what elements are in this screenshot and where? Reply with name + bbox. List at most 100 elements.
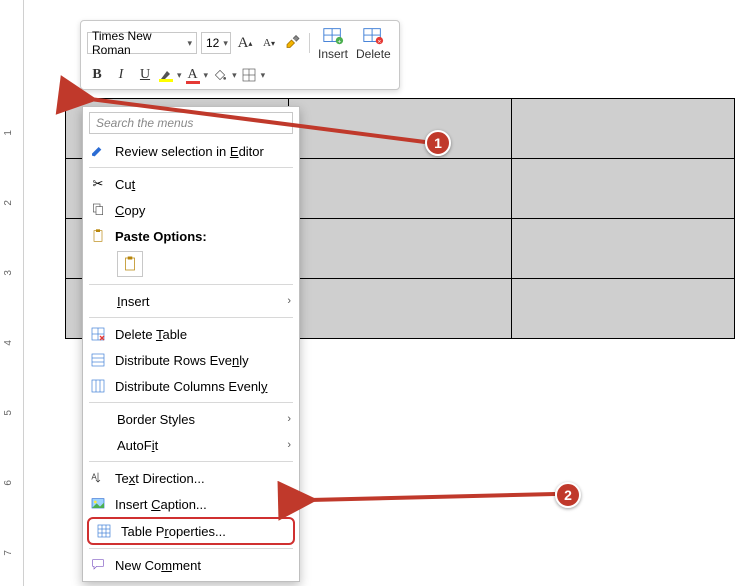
ruler-tick: 3 bbox=[3, 270, 14, 276]
borders-button[interactable]: ▾ bbox=[241, 65, 266, 85]
ruler-tick: 5 bbox=[3, 410, 14, 416]
menu-distribute-cols[interactable]: Distribute Columns Evenly bbox=[83, 373, 299, 399]
ruler-tick: 4 bbox=[3, 340, 14, 346]
chevron-down-icon: ▾ bbox=[261, 70, 266, 81]
menu-label: Paste Options: bbox=[115, 229, 207, 244]
chevron-down-icon: ▾ bbox=[232, 70, 237, 81]
menu-search-input[interactable]: Search the menus bbox=[89, 112, 293, 134]
italic-button[interactable]: I bbox=[111, 65, 131, 85]
font-color-button[interactable]: A ▾ bbox=[186, 65, 209, 85]
font-color-swatch bbox=[186, 81, 200, 84]
distribute-cols-icon bbox=[89, 377, 107, 395]
font-name-select[interactable]: Times New Roman ▾ bbox=[87, 32, 197, 54]
table-delete-icon bbox=[89, 325, 107, 343]
menu-paste-options: Paste Options: bbox=[83, 223, 299, 249]
table-insert-icon: + bbox=[322, 25, 344, 47]
search-placeholder: Search the menus bbox=[96, 116, 193, 130]
paint-bucket-icon bbox=[212, 67, 228, 83]
chevron-down-icon: ▾ bbox=[223, 38, 228, 49]
context-menu: Search the menus Review selection in Edi… bbox=[82, 106, 300, 582]
font-size-select[interactable]: 12 ▾ bbox=[201, 32, 231, 54]
table-move-handle[interactable]: ✥ bbox=[68, 90, 82, 104]
menu-label: Insert Caption... bbox=[115, 497, 207, 512]
highlight-swatch bbox=[159, 79, 173, 82]
menu-review-editor[interactable]: Review selection in Editor bbox=[83, 138, 299, 164]
ruler-tick: 1 bbox=[3, 130, 14, 136]
menu-label: Delete Table bbox=[115, 327, 187, 342]
menu-table-properties[interactable]: Table Properties... bbox=[87, 517, 295, 545]
menu-separator bbox=[89, 548, 293, 549]
svg-text:+: + bbox=[338, 38, 342, 45]
clipboard-icon bbox=[89, 227, 107, 245]
menu-text-direction[interactable]: A Text Direction... bbox=[83, 465, 299, 491]
paintbrush-icon bbox=[284, 34, 302, 52]
borders-icon bbox=[241, 67, 257, 83]
vertical-ruler: 1 2 3 4 5 6 7 bbox=[0, 0, 24, 586]
insert-label: Insert bbox=[318, 47, 348, 61]
chevron-down-icon: ▾ bbox=[177, 70, 182, 81]
menu-label: New Comment bbox=[115, 558, 201, 573]
chevron-down-icon: ▾ bbox=[204, 70, 209, 81]
menu-cut[interactable]: ✂ Cut bbox=[83, 171, 299, 197]
comment-icon bbox=[89, 556, 107, 574]
chevron-right-icon: › bbox=[287, 413, 291, 425]
menu-separator bbox=[89, 167, 293, 168]
delete-label: Delete bbox=[356, 47, 391, 61]
mini-toolbar: Times New Roman ▾ 12 ▾ A▴ A▾ + Insert × … bbox=[80, 20, 400, 90]
menu-label: Border Styles bbox=[117, 412, 195, 427]
menu-new-comment[interactable]: New Comment bbox=[83, 552, 299, 578]
chevron-right-icon: › bbox=[287, 439, 291, 451]
menu-label: Distribute Columns Evenly bbox=[115, 379, 267, 394]
text-direction-icon: A bbox=[89, 469, 107, 487]
table-delete-icon: × bbox=[362, 25, 384, 47]
menu-label: Cut bbox=[115, 177, 135, 192]
font-name-value: Times New Roman bbox=[92, 29, 183, 57]
menu-insert-caption[interactable]: Insert Caption... bbox=[83, 491, 299, 517]
menu-insert[interactable]: Insert › bbox=[83, 288, 299, 314]
menu-delete-table[interactable]: Delete Table bbox=[83, 321, 299, 347]
chevron-down-icon: ▾ bbox=[187, 38, 192, 49]
insert-cells-button[interactable]: + Insert bbox=[316, 25, 350, 61]
paste-options-row bbox=[83, 249, 299, 281]
menu-label: Distribute Rows Evenly bbox=[115, 353, 249, 368]
menu-label: Table Properties... bbox=[121, 524, 226, 539]
menu-separator bbox=[89, 284, 293, 285]
pen-icon bbox=[89, 142, 107, 160]
paste-keep-source-button[interactable] bbox=[117, 251, 143, 277]
bold-button[interactable]: B bbox=[87, 65, 107, 85]
grow-font-button[interactable]: A▴ bbox=[235, 33, 255, 53]
ruler-tick: 7 bbox=[3, 550, 14, 556]
chevron-right-icon: › bbox=[287, 295, 291, 307]
underline-button[interactable]: U bbox=[135, 65, 155, 85]
distribute-rows-icon bbox=[89, 351, 107, 369]
menu-separator bbox=[89, 461, 293, 462]
menu-border-styles[interactable]: Border Styles › bbox=[83, 406, 299, 432]
menu-label: Review selection in Editor bbox=[115, 144, 264, 159]
menu-distribute-rows[interactable]: Distribute Rows Evenly bbox=[83, 347, 299, 373]
picture-icon bbox=[89, 495, 107, 513]
shading-button[interactable]: ▾ bbox=[212, 65, 237, 85]
menu-label: Copy bbox=[115, 203, 145, 218]
format-painter-button[interactable] bbox=[283, 33, 303, 53]
svg-text:×: × bbox=[378, 38, 382, 45]
menu-copy[interactable]: Copy bbox=[83, 197, 299, 223]
callout-badge-1: 1 bbox=[425, 130, 451, 156]
separator bbox=[309, 33, 310, 53]
menu-separator bbox=[89, 317, 293, 318]
menu-label: Text Direction... bbox=[115, 471, 205, 486]
ruler-tick: 2 bbox=[3, 200, 14, 206]
callout-badge-2: 2 bbox=[555, 482, 581, 508]
clipboard-icon bbox=[121, 255, 139, 273]
font-size-value: 12 bbox=[206, 36, 219, 50]
menu-separator bbox=[89, 402, 293, 403]
menu-autofit[interactable]: AutoFit › bbox=[83, 432, 299, 458]
delete-cells-button[interactable]: × Delete bbox=[354, 25, 393, 61]
scissors-icon: ✂ bbox=[89, 175, 107, 193]
table-properties-icon bbox=[95, 522, 113, 540]
ruler-tick: 6 bbox=[3, 480, 14, 486]
menu-label: AutoFit bbox=[117, 438, 158, 453]
shrink-font-button[interactable]: A▾ bbox=[259, 33, 279, 53]
menu-label: Insert bbox=[117, 294, 150, 309]
highlight-button[interactable]: ▾ bbox=[159, 65, 182, 85]
copy-icon bbox=[89, 201, 107, 219]
